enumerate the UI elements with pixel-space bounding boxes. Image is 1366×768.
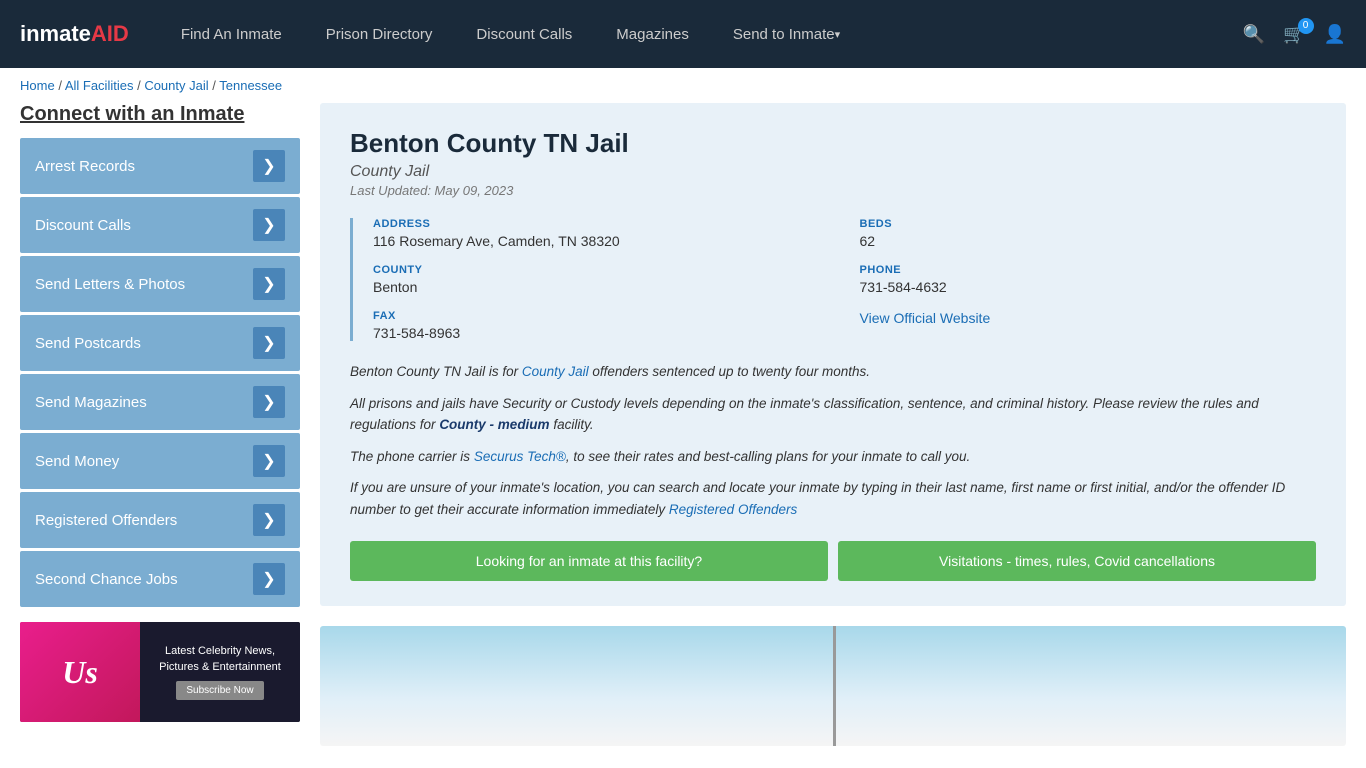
sidebar-item-second-chance-jobs[interactable]: Second Chance Jobs ❯ xyxy=(20,551,300,607)
flag-pole xyxy=(833,626,836,746)
ad-subscribe-button[interactable]: Subscribe Now xyxy=(176,681,263,700)
sidebar-item-arrest-records[interactable]: Arrest Records ❯ xyxy=(20,138,300,194)
nav-discount-calls[interactable]: Discount Calls xyxy=(454,0,594,68)
ad-banner[interactable]: Us Latest Celebrity News, Pictures & Ent… xyxy=(20,622,300,722)
beds-label: BEDS xyxy=(860,218,1317,230)
sidebar-item-send-magazines[interactable]: Send Magazines ❯ xyxy=(20,374,300,430)
county-jail-link1[interactable]: County Jail xyxy=(522,364,589,379)
beds-value: 62 xyxy=(860,233,1317,249)
sidebar-label-discount-calls: Discount Calls xyxy=(35,217,131,234)
county-medium-link[interactable]: County - medium xyxy=(439,417,549,432)
search-icon[interactable]: 🔍 xyxy=(1243,24,1265,45)
sidebar-item-discount-calls[interactable]: Discount Calls ❯ xyxy=(20,197,300,253)
action-buttons: Looking for an inmate at this facility? … xyxy=(350,541,1316,581)
sidebar-menu: Arrest Records ❯ Discount Calls ❯ Send L… xyxy=(20,138,300,607)
sidebar-label-arrest-records: Arrest Records xyxy=(35,158,135,175)
facility-desc2: All prisons and jails have Security or C… xyxy=(350,393,1316,436)
county-label: COUNTY xyxy=(373,264,830,276)
registered-offenders-link[interactable]: Registered Offenders xyxy=(669,502,797,517)
arrow-icon-second-chance-jobs: ❯ xyxy=(253,563,285,595)
address-label: ADDRESS xyxy=(373,218,830,230)
sidebar-item-send-postcards[interactable]: Send Postcards ❯ xyxy=(20,315,300,371)
facility-updated: Last Updated: May 09, 2023 xyxy=(350,183,1316,198)
breadcrumb-home[interactable]: Home xyxy=(20,78,55,93)
phone-group: PHONE 731-584-4632 xyxy=(860,264,1317,295)
phone-label: PHONE xyxy=(860,264,1317,276)
ad-logo-area: Us xyxy=(20,622,140,722)
sidebar: Connect with an Inmate Arrest Records ❯ … xyxy=(20,103,300,746)
facility-desc1: Benton County TN Jail is for County Jail… xyxy=(350,361,1316,383)
main-content: Benton County TN Jail County Jail Last U… xyxy=(320,103,1346,746)
breadcrumb: Home / All Facilities / County Jail / Te… xyxy=(0,68,1366,103)
navigation: inmateAID Find An Inmate Prison Director… xyxy=(0,0,1366,68)
beds-group: BEDS 62 xyxy=(860,218,1317,249)
arrow-icon-registered-offenders: ❯ xyxy=(253,504,285,536)
sidebar-label-second-chance-jobs: Second Chance Jobs xyxy=(35,571,178,588)
arrow-icon-discount-calls: ❯ xyxy=(253,209,285,241)
ad-text: Latest Celebrity News, Pictures & Entert… xyxy=(148,644,292,675)
arrow-icon-send-postcards: ❯ xyxy=(253,327,285,359)
nav-links: Find An Inmate Prison Directory Discount… xyxy=(159,0,1243,68)
sidebar-item-registered-offenders[interactable]: Registered Offenders ❯ xyxy=(20,492,300,548)
sidebar-label-send-money: Send Money xyxy=(35,453,119,470)
ad-us-logo: Us xyxy=(62,654,98,691)
facility-type: County Jail xyxy=(350,163,1316,181)
facility-details: ADDRESS 116 Rosemary Ave, Camden, TN 383… xyxy=(350,218,1316,341)
nav-find-inmate[interactable]: Find An Inmate xyxy=(159,0,304,68)
fax-group: FAX 731-584-8963 xyxy=(373,310,830,341)
find-inmate-button[interactable]: Looking for an inmate at this facility? xyxy=(350,541,828,581)
address-value: 116 Rosemary Ave, Camden, TN 38320 xyxy=(373,233,830,249)
nav-prison-directory[interactable]: Prison Directory xyxy=(304,0,455,68)
nav-magazines[interactable]: Magazines xyxy=(594,0,711,68)
breadcrumb-state[interactable]: Tennessee xyxy=(219,78,282,93)
facility-desc3: The phone carrier is Securus Tech®, to s… xyxy=(350,446,1316,468)
main-layout: Connect with an Inmate Arrest Records ❯ … xyxy=(0,103,1366,746)
sidebar-title: Connect with an Inmate xyxy=(20,103,300,126)
nav-send-to-inmate[interactable]: Send to Inmate xyxy=(711,0,862,68)
fax-label: FAX xyxy=(373,310,830,322)
sidebar-label-send-postcards: Send Postcards xyxy=(35,335,141,352)
sidebar-label-registered-offenders: Registered Offenders xyxy=(35,512,177,529)
view-official-website-link[interactable]: View Official Website xyxy=(860,310,991,326)
fax-value: 731-584-8963 xyxy=(373,325,830,341)
sidebar-item-send-money[interactable]: Send Money ❯ xyxy=(20,433,300,489)
sidebar-item-send-letters[interactable]: Send Letters & Photos ❯ xyxy=(20,256,300,312)
facility-card: Benton County TN Jail County Jail Last U… xyxy=(320,103,1346,606)
arrow-icon-send-money: ❯ xyxy=(253,445,285,477)
sidebar-label-send-letters: Send Letters & Photos xyxy=(35,276,185,293)
securus-link[interactable]: Securus Tech® xyxy=(474,449,566,464)
user-icon[interactable]: 👤 xyxy=(1324,24,1346,45)
visitations-button[interactable]: Visitations - times, rules, Covid cancel… xyxy=(838,541,1316,581)
county-value: Benton xyxy=(373,279,830,295)
facility-name: Benton County TN Jail xyxy=(350,128,1316,159)
arrow-icon-send-magazines: ❯ xyxy=(253,386,285,418)
facility-image xyxy=(320,626,1346,746)
sidebar-label-send-magazines: Send Magazines xyxy=(35,394,147,411)
facility-desc4: If you are unsure of your inmate's locat… xyxy=(350,477,1316,520)
arrow-icon-send-letters: ❯ xyxy=(253,268,285,300)
address-group: ADDRESS 116 Rosemary Ave, Camden, TN 383… xyxy=(373,218,830,249)
nav-icons: 🔍 🛒 0 👤 xyxy=(1243,24,1346,45)
breadcrumb-all-facilities[interactable]: All Facilities xyxy=(65,78,134,93)
ad-text-area: Latest Celebrity News, Pictures & Entert… xyxy=(140,622,300,722)
website-group: View Official Website xyxy=(860,310,1317,341)
arrow-icon-arrest-records: ❯ xyxy=(253,150,285,182)
site-logo[interactable]: inmateAID xyxy=(20,21,129,47)
county-group: COUNTY Benton xyxy=(373,264,830,295)
cart-badge: 0 xyxy=(1298,18,1314,34)
phone-value: 731-584-4632 xyxy=(860,279,1317,295)
breadcrumb-county-jail[interactable]: County Jail xyxy=(144,78,208,93)
cart-wrapper[interactable]: 🛒 0 xyxy=(1283,24,1305,45)
